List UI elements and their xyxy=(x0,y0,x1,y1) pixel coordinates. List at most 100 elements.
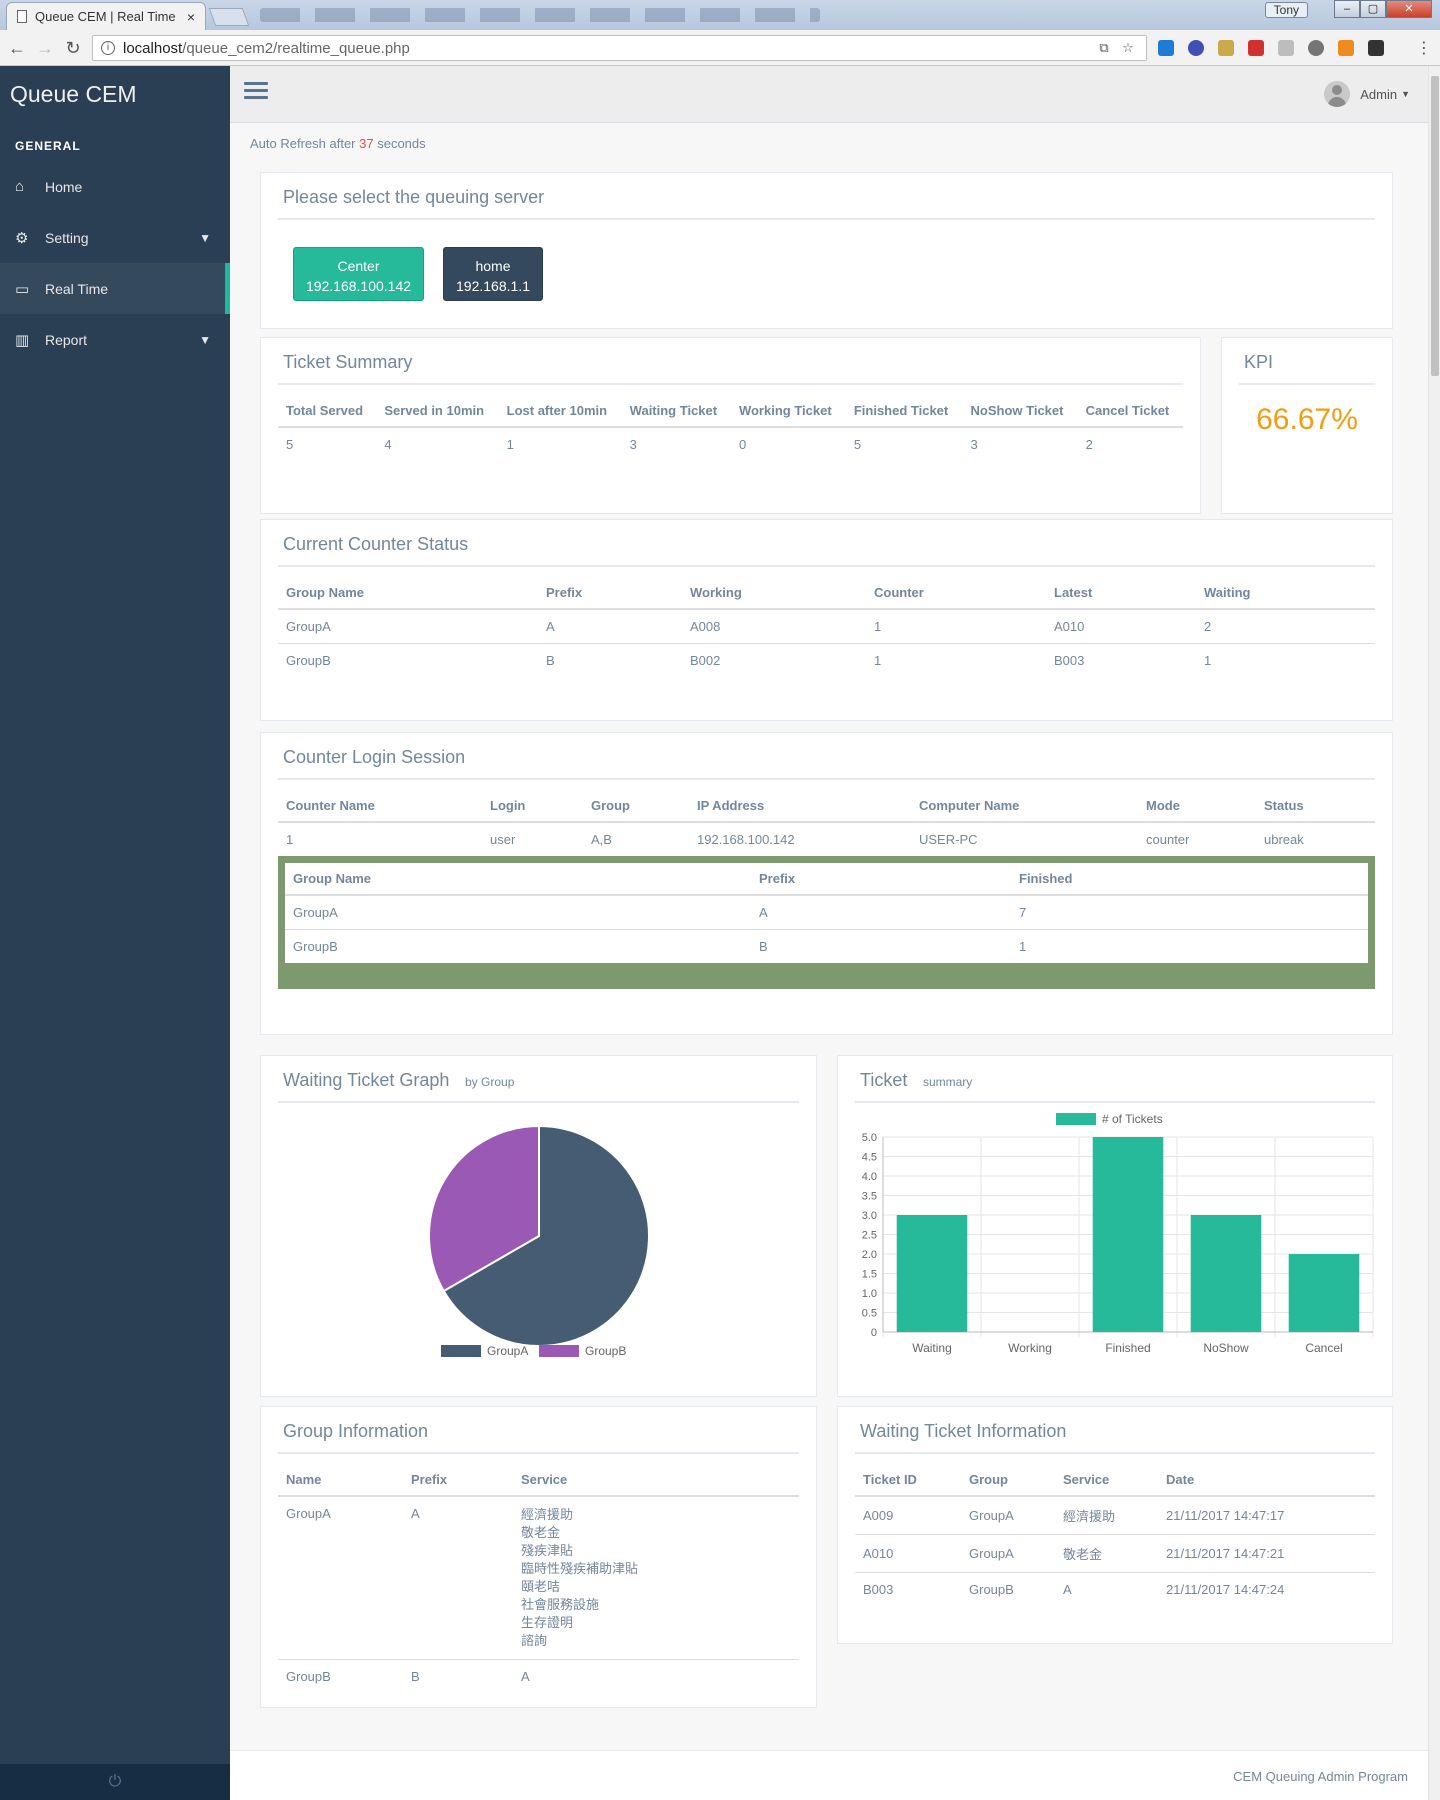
server-center-button[interactable]: Center 192.168.100.142 xyxy=(293,247,424,301)
logout-button[interactable]: ⏻ xyxy=(0,1764,230,1800)
column-header: Name xyxy=(278,1464,403,1497)
login-session-table: Counter Name Login Group IP Address Comp… xyxy=(278,790,1375,856)
bar-cancel[interactable] xyxy=(1288,1254,1360,1332)
window-maximize-button[interactable]: ▢ xyxy=(1360,0,1386,18)
page-scrollbar[interactable] xyxy=(1428,66,1440,1800)
y-tick-label: 3.5 xyxy=(862,1191,877,1203)
window-minimize-button[interactable]: – xyxy=(1334,0,1360,18)
column-header: Waiting Ticket xyxy=(621,395,731,428)
legend-swatch xyxy=(441,1345,481,1357)
forward-arrow-icon[interactable]: → xyxy=(34,37,56,59)
bar-finished[interactable] xyxy=(1092,1137,1164,1332)
auto-refresh-text: Auto Refresh after 37 seconds xyxy=(250,136,426,151)
tab-close-icon[interactable]: × xyxy=(187,9,195,25)
arrow-extension-icon[interactable] xyxy=(1338,40,1354,56)
service-item: 敬老金 xyxy=(521,1525,561,1540)
y-tick-label: 1.0 xyxy=(862,1288,877,1300)
table-cell: 21/11/2017 14:47:17 xyxy=(1166,1508,1285,1523)
table-cell: GroupB xyxy=(961,1572,1055,1606)
service-item: 殘疾津貼 xyxy=(521,1543,574,1558)
table-cell: GroupB xyxy=(278,1659,403,1693)
table-row: A010 GroupA 敬老金 21/11/2017 14:47:21 xyxy=(855,1534,1375,1573)
y-tick-label: 5.0 xyxy=(862,1132,877,1144)
server-home-button[interactable]: home 192.168.1.1 xyxy=(443,247,543,301)
table-cell: 2 xyxy=(1204,619,1212,634)
table-cell: 192.168.100.142 xyxy=(697,832,795,847)
table-cell: 21/11/2017 14:47:24 xyxy=(1158,1572,1375,1606)
table-cell: B002 xyxy=(682,643,866,677)
eye-extension-icon[interactable] xyxy=(1188,40,1204,56)
avatar xyxy=(1324,81,1351,107)
y-tick-label: 0.5 xyxy=(862,1308,877,1320)
image-extension-icon[interactable] xyxy=(1218,40,1234,56)
column-header: Lost after 10min xyxy=(498,395,622,428)
column-header: Status xyxy=(1256,790,1375,823)
sidebar: Queue CEM General ⌂ Home ⚙ Setting ▼ ▭ R… xyxy=(0,66,230,1800)
info-icon[interactable]: i xyxy=(101,41,115,55)
back-arrow-icon[interactable]: ← xyxy=(6,37,28,59)
cors-extension-icon[interactable] xyxy=(1248,40,1264,56)
group-info-panel: Group Information Name Prefix Service Gr… xyxy=(260,1406,817,1708)
table-cell: 1 xyxy=(874,619,882,634)
bar-noshow[interactable] xyxy=(1190,1215,1262,1332)
column-header: Group Name xyxy=(285,863,751,896)
brand-title[interactable]: Queue CEM xyxy=(0,66,230,126)
table-cell: A,B xyxy=(591,832,612,847)
browser-menu-icon[interactable]: ⋮ xyxy=(1416,38,1432,58)
column-header: Ticket ID xyxy=(855,1464,961,1497)
browser-profile-user[interactable]: Tony xyxy=(1264,2,1308,18)
table-row: 5 4 1 3 0 5 3 2 xyxy=(278,427,1183,461)
column-header: Total Served xyxy=(278,395,377,428)
bar-waiting[interactable] xyxy=(896,1215,968,1332)
sidebar-item-home[interactable]: ⌂ Home xyxy=(0,161,230,212)
chevron-down-icon: ▼ xyxy=(199,332,211,347)
column-header: Cancel Ticket xyxy=(1077,395,1183,428)
scrollbar-thumb[interactable] xyxy=(1431,76,1439,376)
menu-toggle-icon[interactable] xyxy=(244,82,268,102)
menu-section-title: General xyxy=(15,139,81,153)
star-icon[interactable]: ☆ xyxy=(1120,40,1136,56)
table-cell: 1 xyxy=(1196,643,1375,677)
panel-subtitle: summary xyxy=(922,1075,973,1089)
table-cell: B xyxy=(538,643,682,677)
table-row: GroupA A 經濟援助 敬老金 殘疾津貼 臨時性殘疾補助津貼 頤老咭 社會服… xyxy=(278,1496,799,1660)
table-cell: B003 xyxy=(855,1572,961,1606)
table-cell: B003 xyxy=(1046,643,1196,677)
service-item: 臨時性殘疾補助津貼 xyxy=(521,1561,639,1576)
user-menu[interactable]: Admin ▼ xyxy=(1324,81,1410,107)
reload-icon[interactable]: ↻ xyxy=(62,37,84,59)
table-cell: GroupB xyxy=(285,929,751,963)
translate-icon[interactable]: ⧉ xyxy=(1096,40,1112,56)
sidebar-item-label: Report xyxy=(45,331,88,348)
download-extension-icon[interactable] xyxy=(1158,40,1174,56)
service-item: 社會服務設施 xyxy=(521,1597,600,1612)
panel-title: Ticket Summary xyxy=(283,352,413,372)
browser-tab[interactable]: Queue CEM | Real Time × xyxy=(6,2,206,30)
url-input[interactable]: i localhost/queue_cem2/realtime_queue.ph… xyxy=(92,35,1147,61)
pdf-extension-icon[interactable] xyxy=(1278,40,1294,56)
gear-icon: ⚙ xyxy=(15,229,29,247)
service-item: 頤老咭 xyxy=(521,1579,561,1594)
waiting-info-table: Ticket ID Group Service Date A009 GroupA… xyxy=(855,1464,1375,1606)
table-cell: 1 xyxy=(866,643,1046,677)
column-header: NoShow Ticket xyxy=(962,395,1078,428)
table-row: A009 GroupA 經濟援助 21/11/2017 14:47:17 xyxy=(855,1496,1375,1535)
group-info-table: Name Prefix Service GroupA A 經濟援助 敬老金 殘疾… xyxy=(278,1464,799,1693)
new-tab-button[interactable] xyxy=(208,8,250,26)
sidebar-item-report[interactable]: ▥ Report ▼ xyxy=(0,314,230,365)
table-cell: 0 xyxy=(738,437,747,452)
column-header: Prefix xyxy=(538,577,682,610)
window-close-button[interactable]: ✕ xyxy=(1386,0,1432,18)
y-tick-label: 3.0 xyxy=(862,1210,877,1222)
server-ip: 192.168.1.1 xyxy=(456,278,530,294)
y-tick-label: 2.0 xyxy=(862,1249,877,1261)
sidebar-item-setting[interactable]: ⚙ Setting ▼ xyxy=(0,212,230,263)
table-cell: 經濟援助 xyxy=(1063,1509,1116,1524)
sidebar-item-real-time[interactable]: ▭ Real Time xyxy=(0,263,230,314)
top-navigation: Admin ▼ xyxy=(230,66,1440,123)
power-icon: ⏻ xyxy=(108,1773,122,1790)
mask-extension-icon[interactable] xyxy=(1368,40,1384,56)
sidebar-item-label: Home xyxy=(45,178,83,195)
globe-extension-icon[interactable] xyxy=(1308,40,1324,56)
legend-swatch xyxy=(1056,1113,1096,1125)
